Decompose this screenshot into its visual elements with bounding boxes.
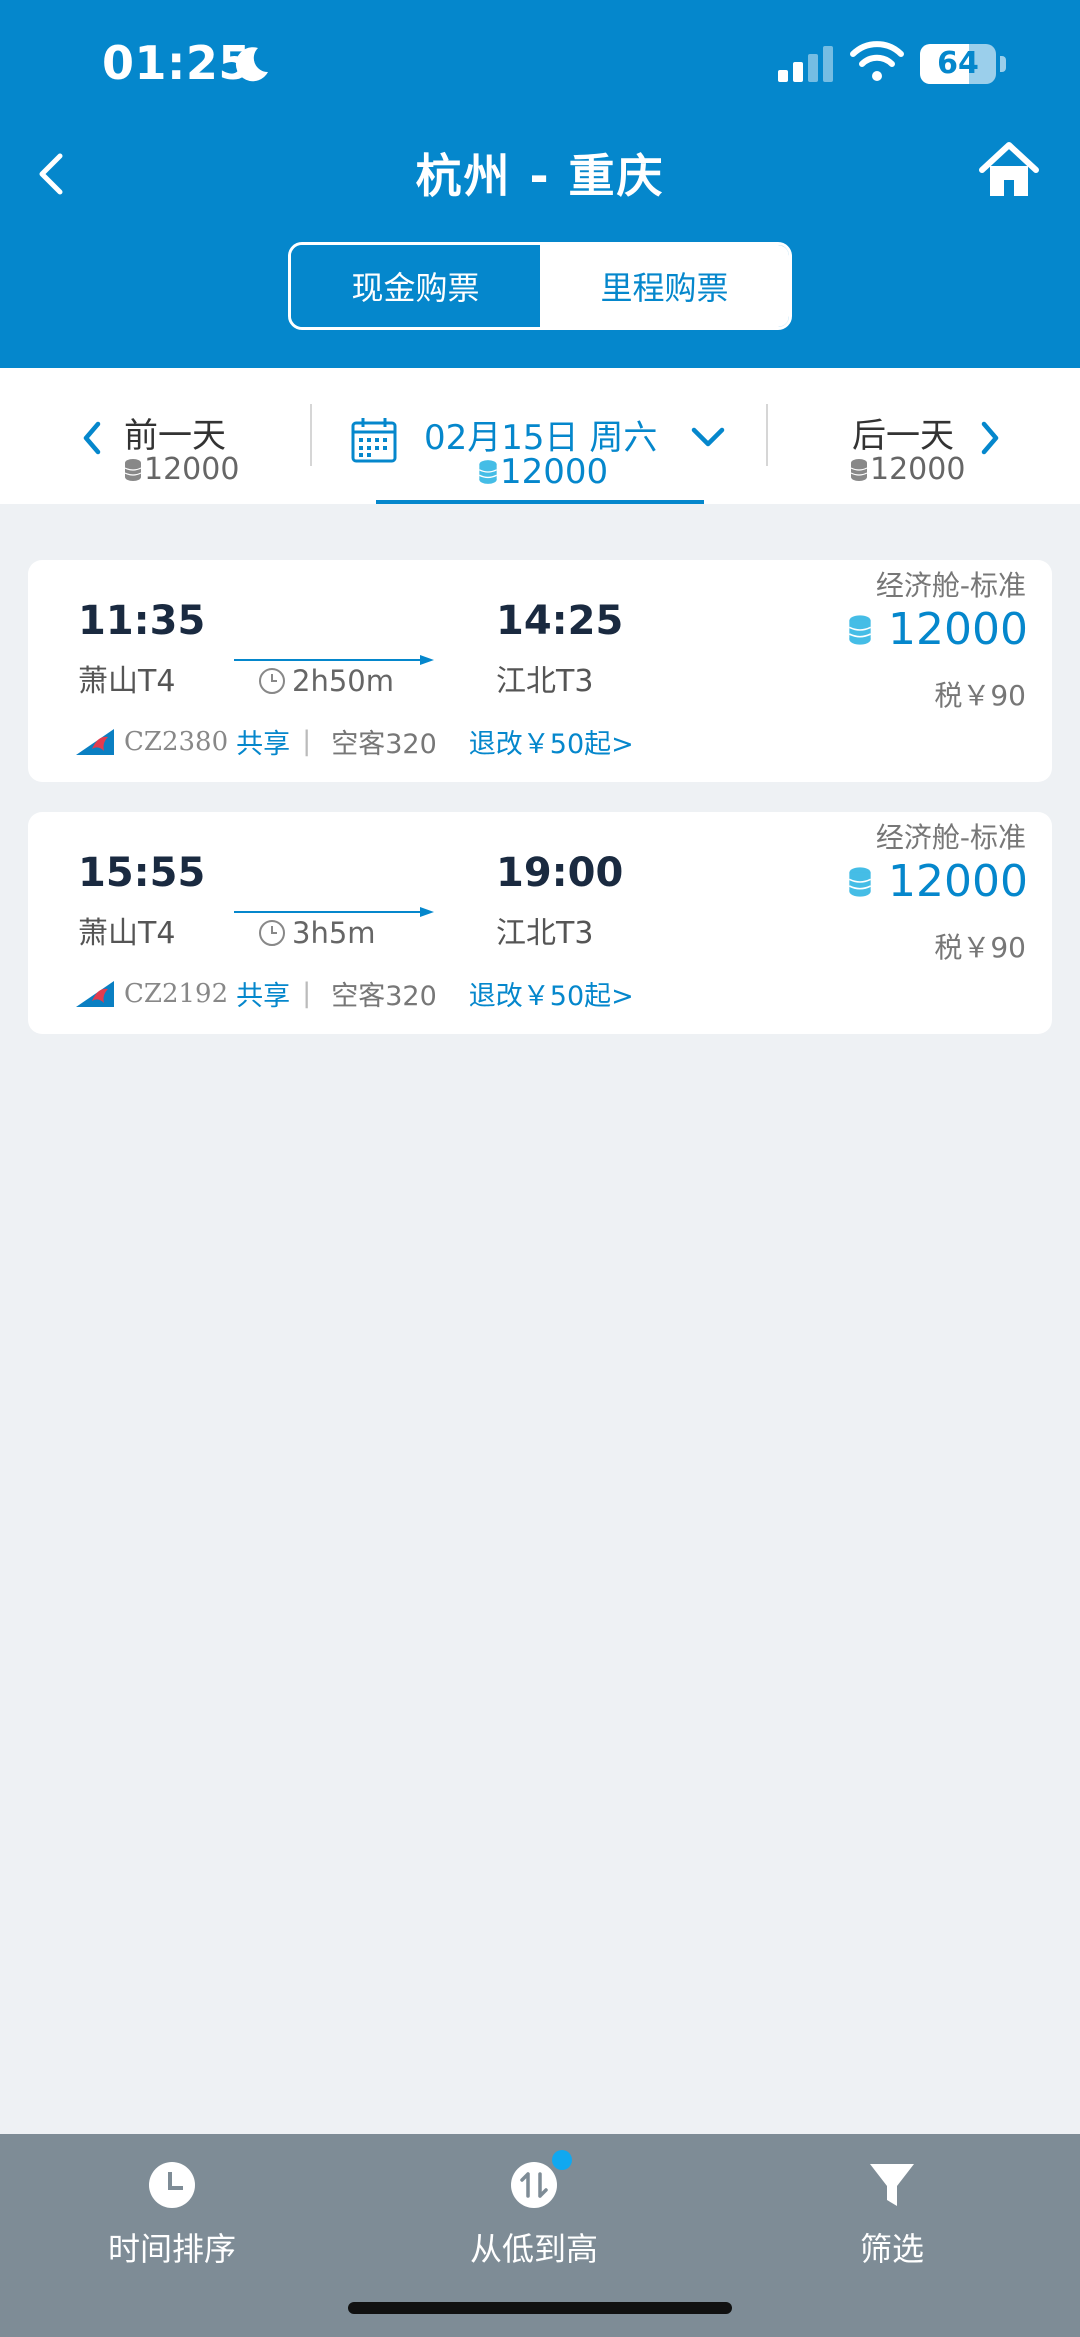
previous-day-miles: 12000 <box>124 452 239 487</box>
chevron-left-icon <box>83 421 101 455</box>
flight-card[interactable]: 15:55 萧山T4 3h5m 19:00 江北T3 经济舱-标准 12000 … <box>28 812 1052 1034</box>
separator: | <box>302 978 312 1009</box>
china-southern-logo-icon <box>76 980 114 1007</box>
ticket-type-toggle: 现金购票 里程购票 <box>288 242 792 330</box>
calendar-icon <box>351 418 397 463</box>
arrival-time: 14:25 <box>496 598 624 644</box>
flight-duration: 2h50m <box>258 664 394 698</box>
departure-time: 11:35 <box>78 598 206 644</box>
clock-icon <box>149 2162 195 2208</box>
clock-icon <box>259 920 285 946</box>
departure-airport: 萧山T4 <box>78 664 176 699</box>
coin-stack-icon <box>479 460 497 484</box>
sort-low-to-high-label: 从低到高 <box>469 2230 598 2268</box>
flight-card[interactable]: 11:35 萧山T4 2h50m 14:25 江北T3 经济舱-标准 12000… <box>28 560 1052 782</box>
active-badge-dot <box>552 2150 572 2170</box>
previous-day-label: 前一天 <box>124 416 226 456</box>
cabin-class: 经济舱-标准 <box>875 821 1026 854</box>
filter-label: 筛选 <box>859 2230 924 2268</box>
aircraft-type: 空客320 <box>331 981 437 1012</box>
miles-value: 12000 <box>888 604 1028 655</box>
miles-ticket-tab[interactable]: 里程购票 <box>540 245 789 327</box>
coin-stack-icon <box>848 614 872 645</box>
page-title: 杭州 - 重庆 <box>415 149 665 203</box>
flight-number: CZ2192 <box>124 978 229 1009</box>
duration-text: 3h5m <box>292 916 376 950</box>
filter-tab[interactable]: 筛选 <box>772 2160 1012 2270</box>
duration-text: 2h50m <box>292 664 394 698</box>
arrival-airport: 江北T3 <box>496 916 594 951</box>
tax: 税￥90 <box>934 931 1026 964</box>
current-date-miles-value: 12000 <box>500 452 609 492</box>
miles-price: 12000 <box>848 856 1028 907</box>
clock-icon <box>259 668 285 694</box>
coin-stack-icon <box>124 458 142 481</box>
previous-day-button[interactable]: 前一天 12000 <box>70 408 270 492</box>
previous-day-miles-value: 12000 <box>144 452 240 487</box>
departure-time: 15:55 <box>78 850 206 896</box>
arrival-time: 19:00 <box>496 850 624 896</box>
next-day-miles-value: 12000 <box>870 452 966 487</box>
next-day-label: 后一天 <box>852 416 954 456</box>
sort-icon <box>511 2162 557 2208</box>
tax: 税￥90 <box>934 679 1026 712</box>
battery-indicator: 64 <box>920 44 996 84</box>
next-day-button[interactable]: 后一天 12000 <box>846 408 1046 492</box>
battery-text: 64 <box>937 46 979 81</box>
home-indicator[interactable] <box>348 2302 732 2314</box>
coin-stack-icon <box>848 866 872 897</box>
cellular-signal-icon <box>778 46 833 82</box>
aircraft-type: 空客320 <box>331 729 437 760</box>
arrival-airport: 江北T3 <box>496 664 594 699</box>
header: 01:25 64 杭州 - 重庆 现金购票 里程购票 <box>0 0 1080 368</box>
sort-by-time-tab[interactable]: 时间排序 <box>52 2160 292 2270</box>
refund-change-link[interactable]: 退改￥50起> <box>469 974 634 1013</box>
flight-number: CZ2380 <box>124 726 229 757</box>
cash-ticket-tab[interactable]: 现金购票 <box>291 245 540 327</box>
divider <box>310 404 312 466</box>
flight-info-row: CZ2192 共享 | 空客320 退改￥50起> <box>74 974 634 1013</box>
china-southern-logo-icon <box>76 728 114 755</box>
separator: | <box>302 726 312 757</box>
codeshare-label: 共享 <box>236 729 291 760</box>
sort-by-time-label: 时间排序 <box>107 2230 236 2268</box>
departure-airport: 萧山T4 <box>78 916 176 951</box>
flight-info-row: CZ2380 共享 | 空客320 退改￥50起> <box>74 722 634 761</box>
battery-nub <box>1000 56 1006 72</box>
current-date-selector[interactable]: 02月15日 周六 12000 <box>340 406 740 506</box>
moon-icon <box>235 47 268 82</box>
cabin-class: 经济舱-标准 <box>875 569 1026 602</box>
filter-icon <box>870 2164 914 2206</box>
refund-change-link[interactable]: 退改￥50起> <box>469 722 634 761</box>
miles-value: 12000 <box>888 856 1028 907</box>
divider <box>766 404 768 466</box>
chevron-down-icon <box>691 427 725 447</box>
flight-duration: 3h5m <box>258 916 376 950</box>
chevron-right-icon <box>981 421 999 455</box>
sort-low-to-high-tab[interactable]: 从低到高 <box>414 2160 654 2270</box>
coin-stack-icon <box>850 458 868 481</box>
miles-price: 12000 <box>848 604 1028 655</box>
home-icon[interactable] <box>978 140 1040 200</box>
next-day-miles: 12000 <box>850 452 965 487</box>
codeshare-label: 共享 <box>236 981 291 1012</box>
current-date-underline <box>376 500 704 504</box>
wifi-icon <box>850 41 904 81</box>
status-time: 01:25 <box>102 36 251 90</box>
current-date-miles: 12000 <box>478 452 608 492</box>
